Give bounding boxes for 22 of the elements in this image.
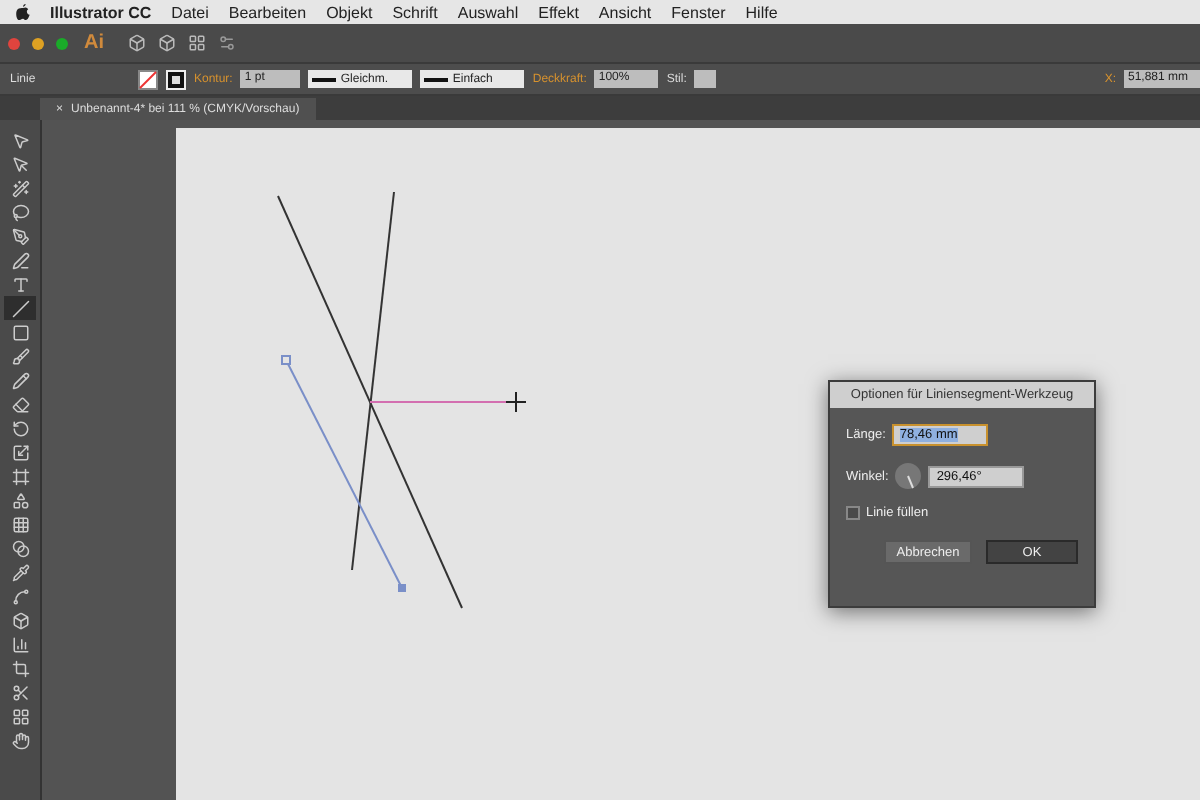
fill-checkbox[interactable] xyxy=(846,506,860,520)
crosshair-icon xyxy=(505,391,527,413)
stroke-line-icon xyxy=(424,77,449,81)
fill-swatch-icon[interactable] xyxy=(138,69,158,89)
menu-item[interactable]: Bearbeiten xyxy=(228,3,307,21)
menu-item[interactable]: Effekt xyxy=(538,3,579,21)
stroke-line-icon xyxy=(312,77,337,81)
menu-item[interactable]: Schrift xyxy=(392,3,438,21)
menu-item[interactable]: Datei xyxy=(171,3,209,21)
menu-item[interactable]: Ansicht xyxy=(598,3,652,21)
menu-item[interactable]: Auswahl xyxy=(457,3,519,21)
app-name[interactable]: Illustrator CC xyxy=(50,3,152,21)
minimize-icon[interactable] xyxy=(32,37,44,49)
style-swatch[interactable] xyxy=(694,70,717,88)
stroke-swatch-icon[interactable] xyxy=(166,69,186,89)
zoom-icon[interactable] xyxy=(56,37,68,49)
apple-icon[interactable] xyxy=(16,4,30,20)
angle-dial[interactable] xyxy=(894,462,923,490)
menu-item[interactable]: Hilfe xyxy=(745,3,778,21)
app-logo: Ai xyxy=(84,32,104,54)
menu-item[interactable]: Fenster xyxy=(671,3,726,21)
menu-item[interactable]: Objekt xyxy=(326,3,373,21)
